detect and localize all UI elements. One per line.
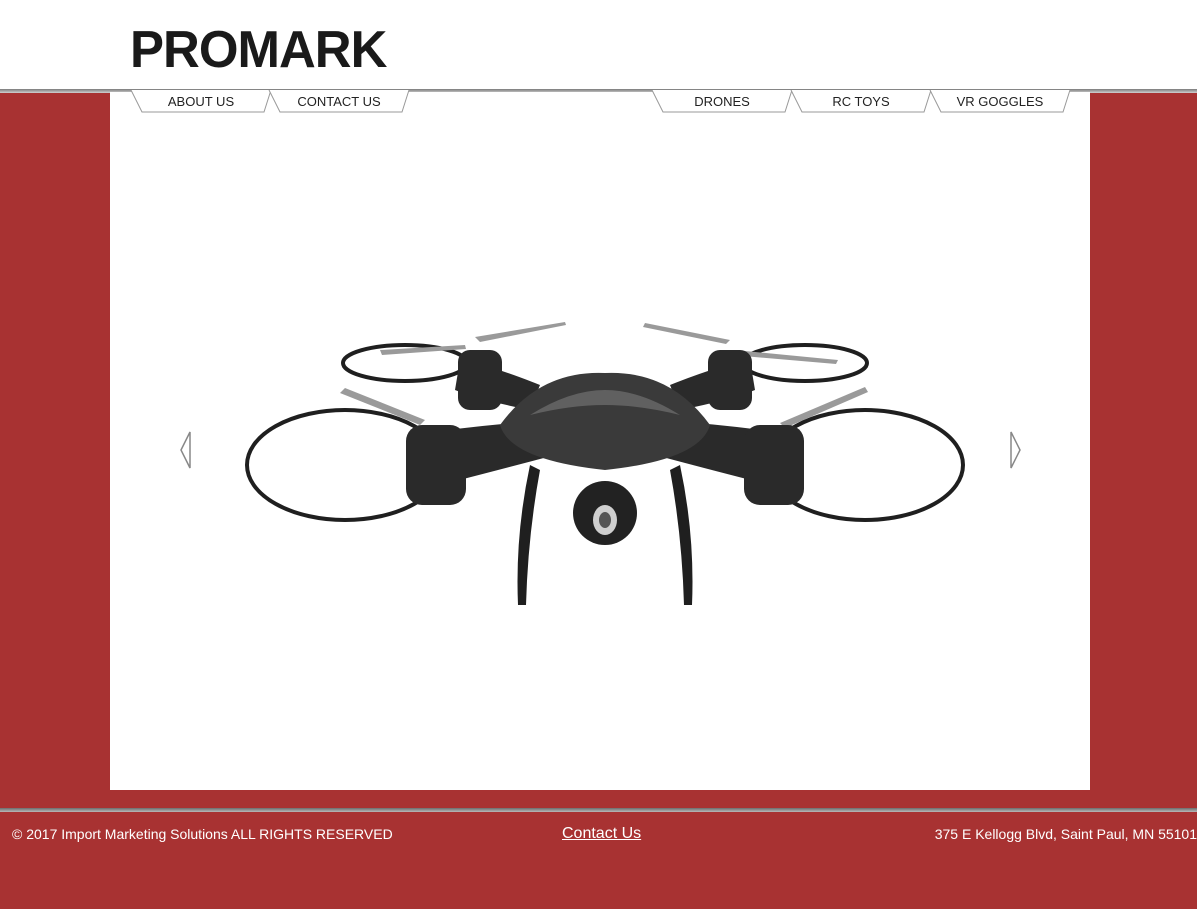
nav-tab-label: CONTACT US — [297, 94, 381, 109]
copyright-text: © 2017 Import Marketing Solutions ALL RI… — [12, 826, 393, 842]
chevron-right-icon — [1010, 431, 1021, 469]
rear-right-prop-guard — [741, 343, 869, 383]
nav-tab-about-us[interactable]: ABOUT US — [130, 90, 272, 113]
quadcopter-drone-image — [245, 322, 965, 605]
site-header: PROMARK — [0, 0, 1197, 90]
nav-tab-rc-toys[interactable]: RC TOYS — [790, 90, 932, 113]
footer-contact-link[interactable]: Contact Us — [562, 825, 641, 843]
carousel-next-button[interactable] — [1008, 430, 1022, 470]
site-footer: © 2017 Import Marketing Solutions ALL RI… — [0, 812, 1197, 909]
nav-tab-contact-us[interactable]: CONTACT US — [268, 90, 410, 113]
nav-tab-vr-goggles[interactable]: VR GOGGLES — [929, 90, 1071, 113]
nav-tab-label: DRONES — [694, 94, 750, 109]
carousel-prev-button[interactable] — [179, 430, 193, 470]
nav-tab-label: RC TOYS — [832, 94, 890, 109]
address-text: 375 E Kellogg Blvd, Saint Paul, MN 55101 — [934, 826, 1197, 842]
nav-tab-label: ABOUT US — [167, 94, 235, 109]
nav-tab-drones[interactable]: DRONES — [651, 90, 793, 113]
nav-tab-label: VR GOGGLES — [956, 94, 1044, 109]
promark-logo[interactable]: PROMARK — [130, 22, 387, 78]
chevron-left-icon — [180, 431, 191, 469]
